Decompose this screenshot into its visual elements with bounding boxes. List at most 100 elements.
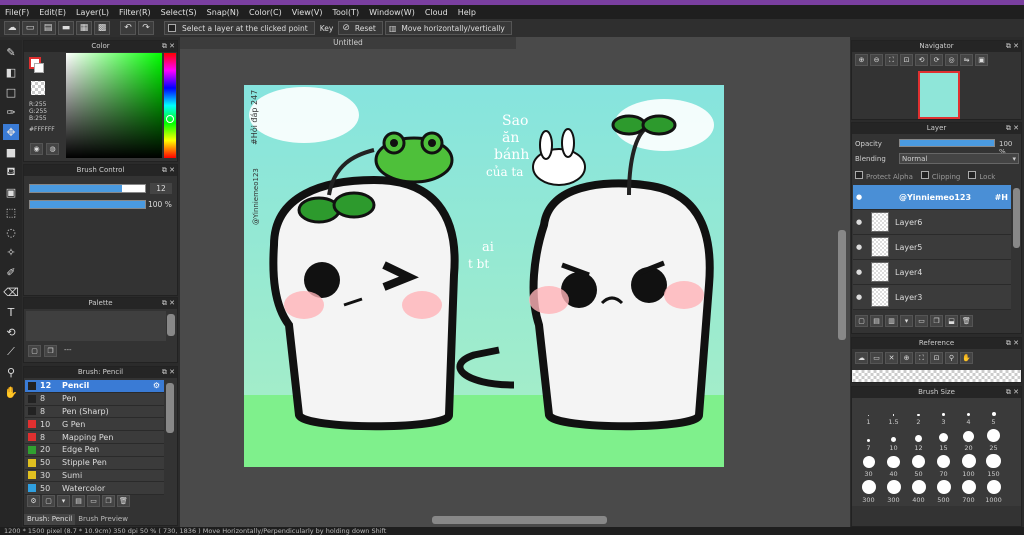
layer-merge-icon[interactable]: ⬓: [945, 315, 958, 327]
navigator-thumbnail[interactable]: [918, 71, 960, 119]
brush-size-cell[interactable]: 50: [906, 452, 931, 478]
ref-cloud-icon[interactable]: ☁: [855, 352, 868, 364]
flip-icon[interactable]: ⇋: [960, 54, 973, 66]
ref-hand-icon[interactable]: ✋: [960, 352, 973, 364]
open-icon[interactable]: ▤: [40, 21, 56, 35]
brush-size-cell[interactable]: 3: [931, 400, 956, 426]
hand-tool-icon[interactable]: ✋: [3, 384, 19, 400]
layer-delete-icon[interactable]: 🗑: [960, 315, 973, 327]
brush-size-cell[interactable]: 25: [981, 426, 1006, 452]
layers-icon[interactable]: ▦: [76, 21, 92, 35]
layer-row[interactable]: ● Layer4: [853, 260, 1011, 285]
menu-color[interactable]: Color(C): [244, 8, 287, 17]
palette-new-icon[interactable]: ▢: [28, 345, 41, 357]
brush-settings-icon[interactable]: ⚙: [153, 381, 160, 390]
transform-icon[interactable]: ⟲: [3, 324, 19, 340]
clipping-option[interactable]: Clipping: [920, 171, 960, 181]
cloud-icon[interactable]: ☁: [4, 21, 20, 35]
palette-icon-2[interactable]: ◍: [46, 143, 59, 155]
tab-brush-preview[interactable]: Brush Preview: [75, 514, 131, 525]
menu-snap[interactable]: Snap(N): [202, 8, 244, 17]
brush-size-cell[interactable]: 2: [906, 400, 931, 426]
layer-row[interactable]: ● Layer3: [853, 285, 1011, 310]
brush-size-cell[interactable]: 30: [856, 452, 881, 478]
eye-icon[interactable]: ●: [853, 193, 865, 201]
layer-row[interactable]: ● Layer5: [853, 235, 1011, 260]
saturation-value-box[interactable]: [66, 53, 162, 158]
reset-rotate-icon[interactable]: ◎: [945, 54, 958, 66]
brush-size-cell[interactable]: 1000: [981, 478, 1006, 504]
brush-size-cell[interactable]: 12: [906, 426, 931, 452]
artwork-canvas[interactable]: #Hỏi đáp 247 @Yinniemeo123 Sao ăn bánh c…: [244, 85, 724, 467]
brush-size-cell[interactable]: 1: [856, 400, 881, 426]
move-tool-icon[interactable]: ✥: [3, 124, 19, 140]
document-tab[interactable]: Untitled: [180, 37, 516, 49]
brush-size-cell[interactable]: 150: [981, 452, 1006, 478]
brush-item[interactable]: 10 G Pen: [25, 418, 164, 432]
rotate-right-icon[interactable]: ⟳: [930, 54, 943, 66]
lasso-icon[interactable]: ◌: [3, 224, 19, 240]
tab-brush[interactable]: Brush: Pencil: [24, 514, 76, 525]
nav-more-icon[interactable]: ▣: [975, 54, 988, 66]
layer-copy-icon[interactable]: ❐: [930, 315, 943, 327]
brush-add-icon[interactable]: ⚙: [27, 495, 40, 507]
brush-item[interactable]: 30 Sumi: [25, 469, 164, 483]
fit-icon[interactable]: ⛶: [885, 54, 898, 66]
pen-tool-icon[interactable]: ✑: [3, 104, 19, 120]
menu-tool[interactable]: Tool(T): [327, 8, 364, 17]
chat-icon[interactable]: ▬: [58, 21, 74, 35]
brush-folder-icon[interactable]: ▭: [87, 495, 100, 507]
layer-dropdown-icon[interactable]: ▾: [900, 315, 913, 327]
brush-item[interactable]: 12 Pencil ⚙: [25, 380, 164, 393]
eye-icon[interactable]: ●: [853, 243, 865, 251]
brush-size-cell[interactable]: 400: [906, 478, 931, 504]
ref-eyedrop-icon[interactable]: ⚲: [945, 352, 958, 364]
brush-item[interactable]: 8 Mapping Pen: [25, 431, 164, 444]
palette-scrollbar[interactable]: [167, 314, 175, 336]
ref-close-icon[interactable]: ✕: [885, 352, 898, 364]
ruler-icon[interactable]: ⟋: [3, 344, 19, 360]
gradient-tool-icon[interactable]: ▣: [3, 184, 19, 200]
eye-icon[interactable]: ●: [853, 218, 865, 226]
menu-window[interactable]: Window(W): [364, 8, 420, 17]
brush-opacity-slider[interactable]: [29, 200, 146, 209]
zoom-out-icon[interactable]: ⊖: [870, 54, 883, 66]
move-hv-button[interactable]: ▥ Move horizontally/vertically: [384, 21, 512, 35]
brush-dropdown-icon[interactable]: ▾: [57, 495, 70, 507]
brush-scrollbar[interactable]: [166, 383, 174, 433]
select-layer-option[interactable]: Select a layer at the clicked point: [164, 21, 315, 35]
layer-doc-icon[interactable]: ▥: [885, 315, 898, 327]
brush-item[interactable]: 50 Watercolor: [25, 482, 164, 495]
brush-delete-icon[interactable]: 🗑: [117, 495, 130, 507]
lock-option[interactable]: Lock: [968, 171, 995, 181]
layer-row[interactable]: ● @Yinniemeo123 #H: [853, 185, 1011, 210]
layer-row[interactable]: ● Layer6: [853, 210, 1011, 235]
brush-size-cell[interactable]: 500: [931, 478, 956, 504]
text-tool-icon[interactable]: T: [3, 304, 19, 320]
palette-area[interactable]: [26, 311, 166, 341]
menu-edit[interactable]: Edit(E): [34, 8, 71, 17]
brush-item[interactable]: 8 Pen (Sharp): [25, 405, 164, 419]
brush-size-cell[interactable]: 10: [881, 426, 906, 452]
brush-size-cell[interactable]: 7: [856, 426, 881, 452]
menu-filter[interactable]: Filter(R): [114, 8, 156, 17]
ref-zoom-icon[interactable]: ⊕: [900, 352, 913, 364]
brush-doc-icon[interactable]: ▤: [72, 495, 85, 507]
actual-size-icon[interactable]: ⊡: [900, 54, 913, 66]
brush-size-cell[interactable]: 4: [956, 400, 981, 426]
transparent-swatch[interactable]: [31, 81, 45, 95]
protect-alpha-option[interactable]: Protect Alpha: [855, 171, 913, 181]
menu-help[interactable]: Help: [453, 8, 481, 17]
menu-layer[interactable]: Layer(L): [71, 8, 114, 17]
ref-actual-icon[interactable]: ⊡: [930, 352, 943, 364]
shape-tool-icon[interactable]: ■: [3, 144, 19, 160]
menu-cloud[interactable]: Cloud: [420, 8, 453, 17]
brush-copy-icon[interactable]: ❐: [102, 495, 115, 507]
brush-size-cell[interactable]: 100: [956, 452, 981, 478]
brush-size-slider[interactable]: [29, 184, 146, 193]
brush-size-cell[interactable]: 40: [881, 452, 906, 478]
bucket-tool-icon[interactable]: ⛾: [3, 164, 19, 180]
brush-size-cell[interactable]: 300: [881, 478, 906, 504]
doc-vscroll[interactable]: [838, 230, 846, 340]
brush-tool-icon[interactable]: ✎: [3, 44, 19, 60]
